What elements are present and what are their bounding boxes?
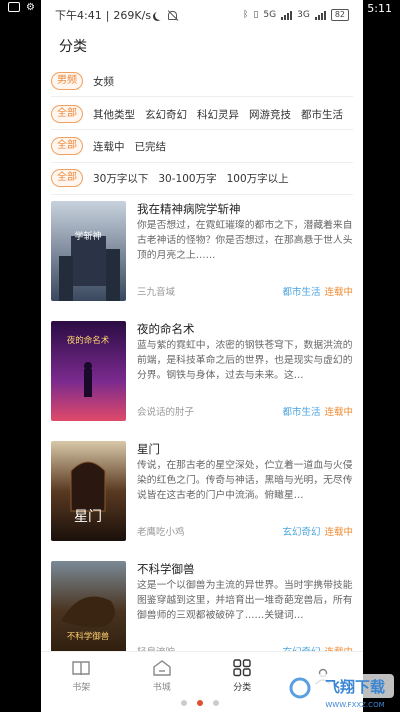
book-icon xyxy=(72,660,90,675)
filter-row-status: 全部 连载中 已完结 xyxy=(51,135,357,157)
filter-pill-selected[interactable]: 全部 xyxy=(51,105,83,123)
filter-option[interactable]: 30-100万字 xyxy=(158,171,216,186)
status-time: 下午4:41 xyxy=(55,9,102,22)
filter-option[interactable]: 女频 xyxy=(93,74,114,89)
page-dot-active xyxy=(197,700,203,706)
grid-icon xyxy=(233,658,251,676)
moon-icon xyxy=(155,11,164,20)
vibrate-icon: ▯ xyxy=(253,10,259,20)
app-icon: ⚙ xyxy=(26,2,35,13)
tab-label: 书城 xyxy=(152,682,171,693)
book-description: 你是否想过，在霓虹璀璨的都市之下，潜藏着来自古老神话的怪物？你是否想过，在那高悬… xyxy=(137,220,353,261)
status-bar: 下午4:41 | 269K/s ᛒ ▯ 5G 3G 82 xyxy=(41,0,363,30)
filter-option[interactable]: 100万字以上 xyxy=(227,171,289,186)
book-category: 都市生活 xyxy=(282,287,321,298)
book-tags: 玄幻奇幻 连载中 xyxy=(282,524,353,538)
filter-row-length: 全部 30万字以下 30-100万字 100万字以上 xyxy=(51,167,357,189)
cover-title-text: 夜的命名术 xyxy=(67,335,110,346)
book-cover[interactable]: 夜的命名术 xyxy=(51,321,126,421)
divider xyxy=(51,96,353,97)
book-cover[interactable]: 星门 xyxy=(51,441,126,541)
tab-bookstore[interactable]: 书城 xyxy=(122,652,203,699)
page-indicator xyxy=(181,700,219,706)
message-icon xyxy=(8,2,20,12)
book-title[interactable]: 星门 xyxy=(137,441,160,457)
filter-option[interactable]: 其他类型 xyxy=(93,107,135,122)
cover-title-text: 不科学御兽 xyxy=(67,631,110,642)
book-status: 连载中 xyxy=(324,407,353,418)
book-category: 都市生活 xyxy=(282,407,321,418)
signal-icon xyxy=(281,10,293,20)
book-title[interactable]: 我在精神病院学斩神 xyxy=(137,201,241,217)
book-status: 连载中 xyxy=(324,527,353,538)
store-icon xyxy=(153,659,171,676)
book-list-item[interactable]: 夜的命名术 夜的命名术 蓝与紫的霓虹中，浓密的钢铁苍穹下，数据洪流的前端，是科技… xyxy=(51,321,353,441)
network-5g: 5G xyxy=(263,10,277,20)
divider xyxy=(51,162,353,163)
filter-option[interactable]: 30万字以下 xyxy=(93,171,148,186)
book-list-item[interactable]: 学斩神 我在精神病院学斩神 你是否想过，在霓虹璀璨的都市之下，潜藏着来自古老神话… xyxy=(51,201,353,321)
book-tags: 都市生活 连载中 xyxy=(282,404,353,418)
divider xyxy=(51,129,353,130)
filter-row-gender: 男频 女频 xyxy=(51,70,357,92)
network-speed: 269K/s xyxy=(113,8,152,22)
book-description: 这是一个以御兽为主流的异世界。当时宇携带技能图鉴穿越到这里，并培育出一堆奇葩宠兽… xyxy=(137,580,353,621)
book-author: 老鹰吃小鸡 xyxy=(137,527,185,538)
book-title[interactable]: 夜的命名术 xyxy=(137,321,195,337)
book-tags: 都市生活 连载中 xyxy=(282,284,353,298)
divider xyxy=(51,194,353,195)
filter-option[interactable]: 网游竞技 xyxy=(249,107,291,122)
filter-option[interactable]: 连载中 xyxy=(93,139,125,154)
filter-option[interactable]: 已完结 xyxy=(135,139,167,154)
page-dot xyxy=(213,700,219,706)
filter-pill-selected[interactable]: 全部 xyxy=(51,169,83,187)
site-watermark-logo: 飞翔下载 WWW.FXXZ.COM xyxy=(286,674,394,709)
tab-label: 分类 xyxy=(233,682,252,693)
filter-option[interactable]: 科幻灵异 xyxy=(197,107,239,122)
bluetooth-icon: ᛒ xyxy=(243,10,249,20)
cover-title-text: 星门 xyxy=(74,509,102,525)
phone-screen: 下午4:41 | 269K/s ᛒ ▯ 5G 3G 82 分类 男频 女频 全部… xyxy=(41,0,363,712)
book-list-item[interactable]: 星门 星门 传说，在那古老的星空深处，伫立着一道血与火侵染的红色之门。传奇与神话… xyxy=(51,441,353,561)
battery-level: 82 xyxy=(330,9,349,21)
book-description: 传说，在那古老的星空深处，伫立着一道血与火侵染的红色之门。传奇与神话，黑暗与光明… xyxy=(137,460,353,501)
book-title[interactable]: 不科学御兽 xyxy=(137,561,195,577)
tab-category[interactable]: 分类 xyxy=(202,652,283,699)
book-category: 玄幻奇幻 xyxy=(282,527,321,538)
page-dot xyxy=(181,700,187,706)
watermark-text: 飞翔下载 xyxy=(325,678,385,696)
book-status: 连载中 xyxy=(324,287,353,298)
filter-option[interactable]: 都市生活 xyxy=(301,107,343,122)
book-cover[interactable]: 不科学御兽 xyxy=(51,561,126,661)
cover-title-text: 学斩神 xyxy=(74,230,101,242)
filter-option[interactable]: 玄幻奇幻 xyxy=(145,107,187,122)
book-author: 会说话的肘子 xyxy=(137,407,195,418)
book-author: 三九音域 xyxy=(137,287,176,298)
filter-pill-selected[interactable]: 男频 xyxy=(51,72,83,90)
filter-row-genre: 全部 其他类型 玄幻奇幻 科幻灵异 网游竞技 都市生活 xyxy=(51,103,357,125)
filter-pill-selected[interactable]: 全部 xyxy=(51,137,83,155)
signal-icon-2 xyxy=(314,10,326,20)
book-description: 蓝与紫的霓虹中，浓密的钢铁苍穹下，数据洪流的前端，是科技革命之后的世界，也是现实… xyxy=(137,340,353,381)
page-title: 分类 xyxy=(59,39,87,55)
watermark-subtext: WWW.FXXZ.COM xyxy=(325,701,384,709)
book-cover[interactable]: 学斩神 xyxy=(51,201,126,301)
tab-bookshelf[interactable]: 书架 xyxy=(41,652,122,699)
network-3g: 3G xyxy=(297,10,310,20)
system-status-icons: ⚙ xyxy=(8,2,35,13)
tab-label: 书架 xyxy=(72,682,91,693)
mute-bell-icon xyxy=(168,10,178,20)
